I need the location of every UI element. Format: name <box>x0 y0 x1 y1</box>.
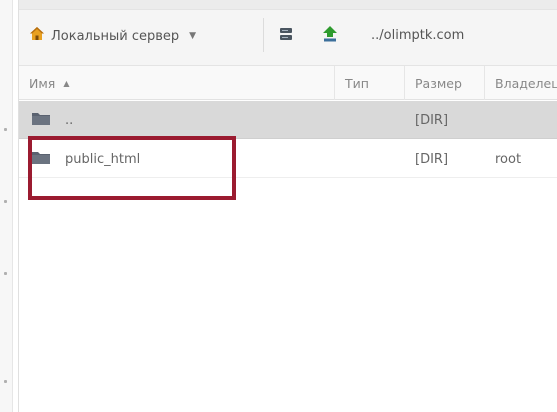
sort-ascending-icon: ▲ <box>63 78 70 88</box>
file-size: [DIR] <box>415 112 449 128</box>
table-row[interactable]: public_html [DIR] root <box>19 140 557 178</box>
file-name-cell: public_html <box>31 140 140 178</box>
column-header-label: Владелец <box>495 75 557 91</box>
table-row[interactable]: .. [DIR] <box>19 101 557 139</box>
file-owner: root <box>495 151 522 167</box>
gutter-mark <box>4 380 7 383</box>
file-name: public_html <box>65 151 141 167</box>
server-select-label: Локальный сервер <box>51 28 180 44</box>
gutter-mark <box>4 128 7 131</box>
column-header-size[interactable]: Размер <box>405 66 485 100</box>
column-header-name[interactable]: Имя ▲ <box>19 66 335 100</box>
file-name: .. <box>65 112 74 128</box>
server-select-dropdown[interactable]: Локальный сервер ▼ <box>29 24 196 48</box>
file-list-header: Имя ▲ Тип Размер Владелец <box>19 66 557 100</box>
column-header-label: Имя <box>29 75 56 91</box>
toolbar-divider <box>263 18 264 52</box>
file-panel: Локальный сервер ▼ ../olimptk.com Имя ▲ … <box>18 0 557 412</box>
left-gutter <box>0 0 13 412</box>
file-name-cell: .. <box>31 101 73 139</box>
gutter-mark <box>4 272 7 275</box>
folder-icon <box>31 149 51 169</box>
gutter-mark <box>4 200 7 203</box>
upload-arrow-icon <box>321 25 339 47</box>
column-header-owner[interactable]: Владелец <box>485 66 557 100</box>
column-header-label: Размер <box>415 75 462 91</box>
column-header-type[interactable]: Тип <box>335 66 405 100</box>
folder-icon <box>31 110 51 130</box>
path-breadcrumb[interactable]: ../olimptk.com <box>371 28 464 43</box>
chevron-down-icon: ▼ <box>189 31 197 41</box>
toolbar-top-strip <box>19 0 557 10</box>
file-size: [DIR] <box>415 151 449 167</box>
upload-button[interactable] <box>319 26 341 46</box>
home-icon <box>29 26 45 46</box>
server-icon <box>278 26 294 46</box>
toolbar: Локальный сервер ▼ ../olimptk.com <box>19 0 557 66</box>
column-header-label: Тип <box>345 75 369 91</box>
server-button[interactable] <box>275 26 297 46</box>
